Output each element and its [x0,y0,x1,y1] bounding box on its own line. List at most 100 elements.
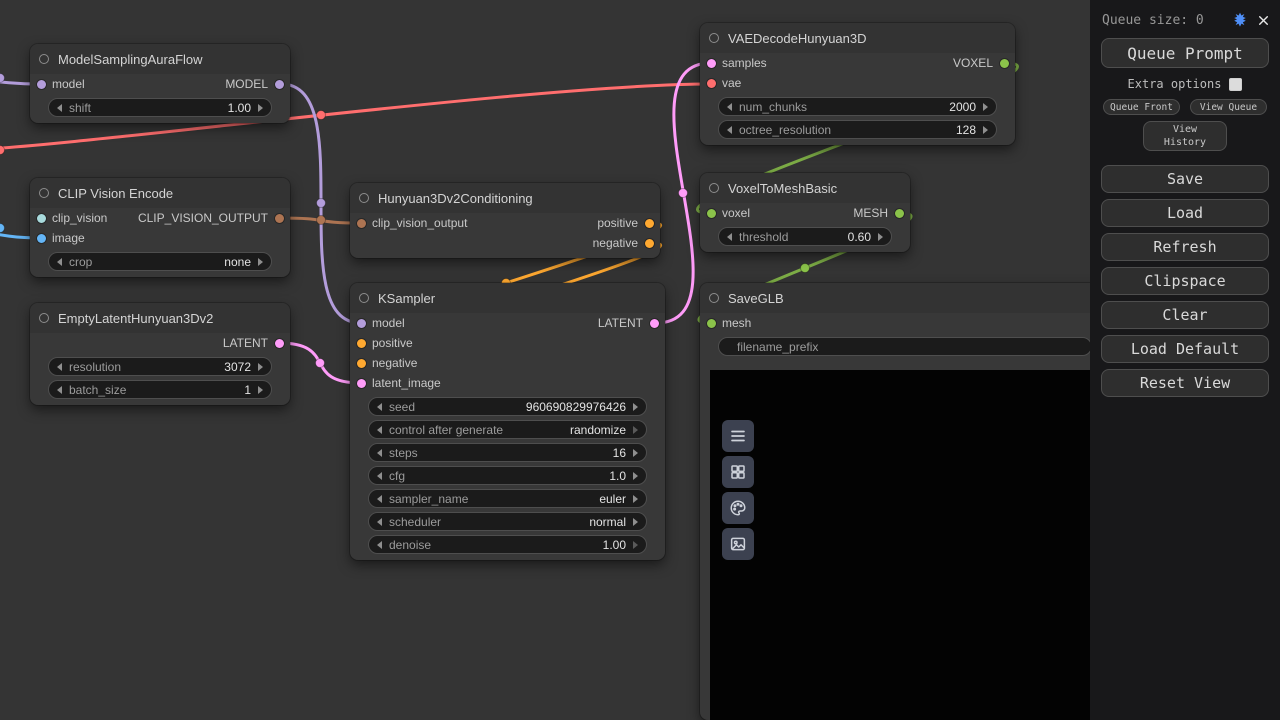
node-header[interactable]: VAEDecodeHunyuan3D [700,23,1015,53]
widget-cfg[interactable]: cfg 1.0 [368,466,647,485]
decrement-arrow-icon[interactable] [377,495,382,503]
input-port-clip-vision-output[interactable] [357,219,366,228]
output-port-latent[interactable] [650,319,659,328]
widget-resolution[interactable]: resolution 3072 [48,357,272,376]
widget-batch-size[interactable]: batch_size 1 [48,380,272,399]
queue-front-button[interactable]: Queue Front [1103,99,1180,115]
refresh-button[interactable]: Refresh [1101,233,1269,261]
increment-arrow-icon[interactable] [633,426,638,434]
load-default-button[interactable]: Load Default [1101,335,1269,363]
decrement-arrow-icon[interactable] [377,449,382,457]
widget-threshold[interactable]: threshold 0.60 [718,227,892,246]
collapse-dot-icon[interactable] [359,293,369,303]
menu-icon[interactable] [722,420,754,452]
queue-prompt-button[interactable]: Queue Prompt [1101,38,1269,68]
increment-arrow-icon[interactable] [258,363,263,371]
output-port-mesh[interactable] [895,209,904,218]
input-port-mesh[interactable] [707,319,716,328]
node-emptylatenthunyuan3dv2[interactable]: EmptyLatentHunyuan3Dv2 LATENT resolution… [30,303,290,405]
widget-octree-resolution[interactable]: octree_resolution 128 [718,120,997,139]
collapse-dot-icon[interactable] [39,188,49,198]
input-port-clip-vision[interactable] [37,214,46,223]
increment-arrow-icon[interactable] [633,403,638,411]
widget-num-chunks[interactable]: num_chunks 2000 [718,97,997,116]
view-history-button[interactable]: View History [1143,121,1227,151]
node-header[interactable]: ModelSamplingAuraFlow [30,44,290,74]
widget-crop[interactable]: crop none [48,252,272,271]
collapse-dot-icon[interactable] [709,183,719,193]
node-voxeltomeshbasic[interactable]: VoxelToMeshBasic voxel MESH threshold 0.… [700,173,910,252]
increment-arrow-icon[interactable] [983,126,988,134]
widget-shift[interactable]: shift 1.00 [48,98,272,117]
collapse-dot-icon[interactable] [39,313,49,323]
increment-arrow-icon[interactable] [633,472,638,480]
collapse-dot-icon[interactable] [359,193,369,203]
node-clip-vision-encode[interactable]: CLIP Vision Encode clip_vision CLIP_VISI… [30,178,290,277]
output-port-clip-vision-output[interactable] [275,214,284,223]
output-port-latent[interactable] [275,339,284,348]
increment-arrow-icon[interactable] [258,386,263,394]
decrement-arrow-icon[interactable] [57,258,62,266]
input-port-latent-image[interactable] [357,379,366,388]
output-port-model[interactable] [275,80,284,89]
increment-arrow-icon[interactable] [633,449,638,457]
input-port-model[interactable] [357,319,366,328]
node-header[interactable]: VoxelToMeshBasic [700,173,910,203]
node-saveglb[interactable]: SaveGLB mesh filename_prefix [700,283,1110,720]
save-button[interactable]: Save [1101,165,1269,193]
output-port-negative[interactable] [645,239,654,248]
node-ksampler[interactable]: KSampler model LATENT positive negative … [350,283,665,560]
decrement-arrow-icon[interactable] [727,126,732,134]
output-port-voxel[interactable] [1000,59,1009,68]
palette-icon[interactable] [722,492,754,524]
decrement-arrow-icon[interactable] [377,518,382,526]
decrement-arrow-icon[interactable] [377,541,382,549]
decrement-arrow-icon[interactable] [727,233,732,241]
node-header[interactable]: SaveGLB [700,283,1110,313]
node-hunyuan3dv2conditioning[interactable]: Hunyuan3Dv2Conditioning clip_vision_outp… [350,183,660,258]
node-header[interactable]: EmptyLatentHunyuan3Dv2 [30,303,290,333]
output-port-positive[interactable] [645,219,654,228]
decrement-arrow-icon[interactable] [57,363,62,371]
input-port-vae[interactable] [707,79,716,88]
clipspace-button[interactable]: Clipspace [1101,267,1269,295]
increment-arrow-icon[interactable] [258,258,263,266]
decrement-arrow-icon[interactable] [377,403,382,411]
widget-sampler-name[interactable]: sampler_name euler [368,489,647,508]
node-header[interactable]: CLIP Vision Encode [30,178,290,208]
widget-filename-prefix[interactable]: filename_prefix [718,337,1092,356]
extra-options-checkbox[interactable] [1229,78,1242,91]
input-port-image[interactable] [37,234,46,243]
close-icon[interactable] [1257,14,1270,27]
node-vaedecodehunyuan3d[interactable]: VAEDecodeHunyuan3D samples VOXEL vae num… [700,23,1015,145]
input-port-voxel[interactable] [707,209,716,218]
image-icon[interactable] [722,528,754,560]
reset-view-button[interactable]: Reset View [1101,369,1269,397]
grid-icon[interactable] [722,456,754,488]
decrement-arrow-icon[interactable] [377,426,382,434]
increment-arrow-icon[interactable] [878,233,883,241]
decrement-arrow-icon[interactable] [727,103,732,111]
decrement-arrow-icon[interactable] [377,472,382,480]
increment-arrow-icon[interactable] [633,541,638,549]
view-queue-button[interactable]: View Queue [1190,99,1267,115]
widget-scheduler[interactable]: scheduler normal [368,512,647,531]
widget-control-after-generate[interactable]: control after generate randomize [368,420,647,439]
settings-icon[interactable] [1232,12,1248,28]
load-button[interactable]: Load [1101,199,1269,227]
widget-seed[interactable]: seed 960690829976426 [368,397,647,416]
collapse-dot-icon[interactable] [709,293,719,303]
input-port-samples[interactable] [707,59,716,68]
collapse-dot-icon[interactable] [39,54,49,64]
input-port-positive[interactable] [357,339,366,348]
decrement-arrow-icon[interactable] [57,386,62,394]
widget-steps[interactable]: steps 16 [368,443,647,462]
node-modelsamplingauraflow[interactable]: ModelSamplingAuraFlow model MODEL shift … [30,44,290,123]
collapse-dot-icon[interactable] [709,33,719,43]
input-port-negative[interactable] [357,359,366,368]
3d-preview-viewport[interactable] [710,370,1100,720]
increment-arrow-icon[interactable] [983,103,988,111]
clear-button[interactable]: Clear [1101,301,1269,329]
node-header[interactable]: KSampler [350,283,665,313]
decrement-arrow-icon[interactable] [57,104,62,112]
